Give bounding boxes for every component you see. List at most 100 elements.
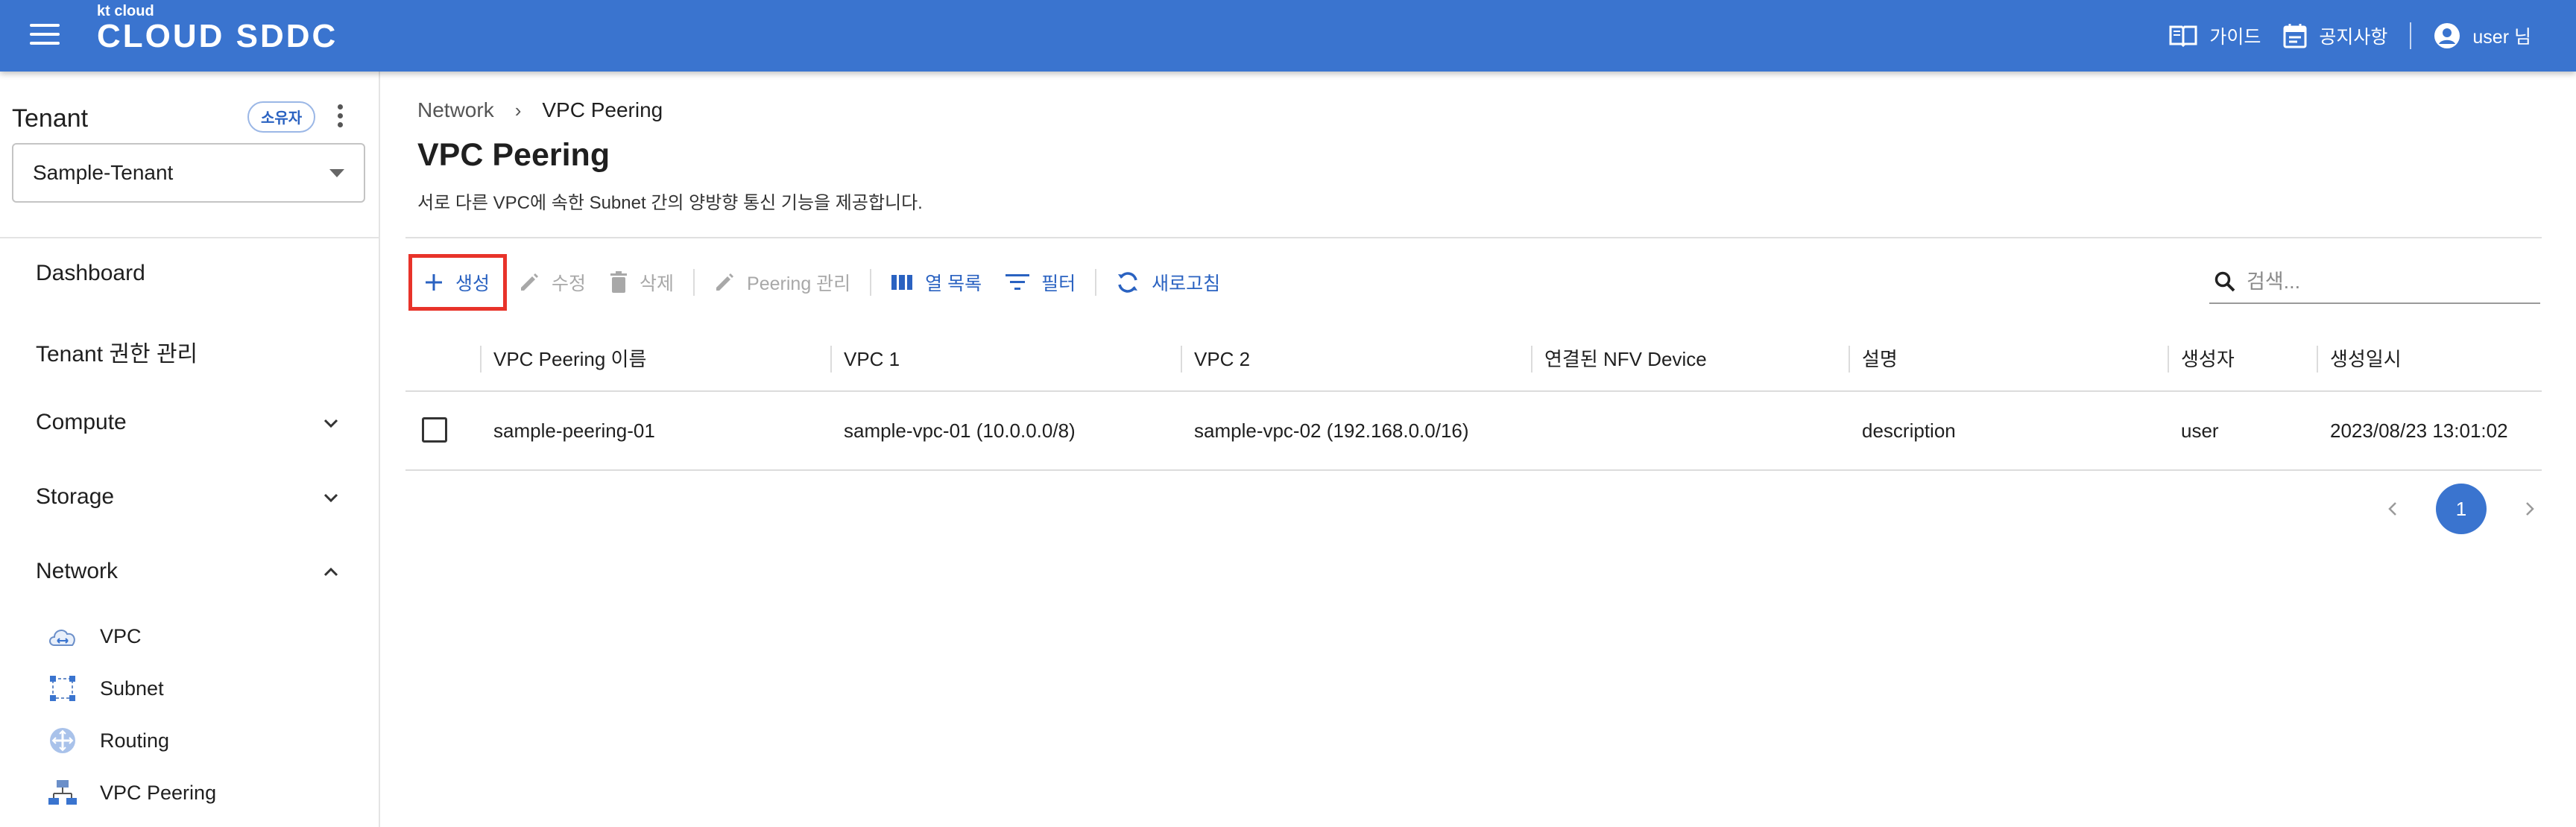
dropdown-arrow-icon xyxy=(329,169,344,177)
sidebar-item-vpc[interactable]: VPC xyxy=(46,621,142,651)
refresh-icon xyxy=(1118,272,1138,293)
notice-label: 공지사항 xyxy=(2319,27,2388,48)
pencil-icon xyxy=(521,273,539,291)
user-label: user 님 xyxy=(2472,27,2531,48)
column-header-nfv-device[interactable]: 연결된 NFV Device xyxy=(1531,328,1849,390)
logo-brand: kt cloud xyxy=(97,3,154,19)
nav-storage[interactable]: Storage xyxy=(36,484,114,510)
tenant-select[interactable]: Sample-Tenant xyxy=(12,143,365,203)
cell-vpc2: sample-vpc-02 (192.168.0.0/16) xyxy=(1194,419,1469,442)
peering-manage-button[interactable]: Peering 관리 xyxy=(702,255,862,310)
column-header-vpc2[interactable]: VPC 2 xyxy=(1181,328,1531,390)
table-row[interactable]: sample-peering-01 sample-vpc-01 (10.0.0.… xyxy=(405,392,2542,471)
toolbar-divider xyxy=(693,269,695,296)
filter-icon xyxy=(1006,274,1030,290)
chevron-left-icon[interactable] xyxy=(2378,494,2408,524)
cell-name: sample-peering-01 xyxy=(493,419,655,442)
owner-badge: 소유자 xyxy=(247,101,316,133)
refresh-label: 새로고침 xyxy=(1152,273,1221,294)
header-actions: 가이드 공지사항 user 님 xyxy=(2169,19,2531,52)
sidebar: Tenant 소유자 Sample-Tenant Dashboard Tenan… xyxy=(0,72,380,827)
top-header: kt cloud CLOUD SDDC 가이드 공지사항 user 님 xyxy=(0,0,2576,72)
header-divider xyxy=(2410,22,2412,49)
column-header-vpc1[interactable]: VPC 1 xyxy=(830,328,1181,390)
column-header-created[interactable]: 생성일시 xyxy=(2317,328,2542,390)
chevron-right-icon[interactable] xyxy=(2515,494,2545,524)
page-title: VPC Peering xyxy=(417,137,610,173)
column-header-description[interactable]: 설명 xyxy=(1849,328,2168,390)
search-box xyxy=(2209,261,2540,304)
chevron-right-icon: › xyxy=(514,98,522,121)
cell-description: description xyxy=(1862,419,1956,442)
breadcrumb: Network › VPC Peering xyxy=(417,98,663,122)
refresh-button[interactable]: 새로고침 xyxy=(1104,255,1232,310)
cell-created: 2023/08/23 13:01:02 xyxy=(2330,419,2508,442)
calendar-icon xyxy=(2283,24,2307,48)
chevron-down-icon[interactable] xyxy=(322,489,340,507)
sidebar-item-label: VPC Peering xyxy=(100,781,217,804)
plus-icon xyxy=(426,274,442,291)
logo-product: CLOUD SDDC xyxy=(97,18,338,54)
toolbar-divider xyxy=(1095,269,1097,296)
page-description: 서로 다른 VPC에 속한 Subnet 간의 양방향 통신 기능을 제공합니다… xyxy=(417,193,923,213)
table-header: VPC Peering 이름 VPC 1 VPC 2 연결된 NFV Devic… xyxy=(405,328,2542,392)
sidebar-item-label: VPC xyxy=(100,624,142,647)
toolbar-divider xyxy=(870,269,872,296)
column-header-creator[interactable]: 생성자 xyxy=(2168,328,2317,390)
cell-vpc1: sample-vpc-01 (10.0.0.0/8) xyxy=(844,419,1076,442)
sidebar-item-label: Subnet xyxy=(100,677,164,700)
filter-label: 필터 xyxy=(1041,273,1076,294)
cloud-vpc-icon xyxy=(46,621,79,651)
edit-label: 수정 xyxy=(552,273,587,294)
search-icon xyxy=(2214,271,2235,292)
pagination: 1 xyxy=(2378,483,2545,535)
view-column-icon xyxy=(891,275,913,290)
notice-link[interactable]: 공지사항 xyxy=(2283,22,2387,49)
routing-icon xyxy=(46,726,79,755)
search-input[interactable] xyxy=(2245,269,2531,294)
user-menu[interactable]: user 님 xyxy=(2434,22,2531,49)
sidebar-item-subnet[interactable]: Subnet xyxy=(46,674,164,703)
cell-creator: user xyxy=(2181,419,2219,442)
sidebar-item-routing[interactable]: Routing xyxy=(46,726,169,755)
edit-button[interactable]: 수정 xyxy=(507,255,598,310)
book-icon xyxy=(2169,25,2197,47)
nav-tenant-admin[interactable]: Tenant 권한 관리 xyxy=(36,335,198,368)
peering-manage-label: Peering 관리 xyxy=(747,273,851,294)
main-divider xyxy=(405,237,2542,238)
row-checkbox[interactable] xyxy=(422,417,447,443)
sidebar-item-label: Routing xyxy=(100,729,170,752)
nav-dashboard[interactable]: Dashboard xyxy=(36,261,145,286)
guide-label: 가이드 xyxy=(2209,27,2261,48)
delete-label: 삭제 xyxy=(640,273,675,294)
nav-network[interactable]: Network xyxy=(36,559,118,584)
vpc-peering-icon xyxy=(46,778,79,808)
columns-label: 열 목록 xyxy=(925,273,982,294)
columns-button[interactable]: 열 목록 xyxy=(879,255,994,310)
logo[interactable]: kt cloud CLOUD SDDC xyxy=(97,3,338,55)
create-button[interactable]: 생성 xyxy=(408,254,508,311)
breadcrumb-current: VPC Peering xyxy=(542,98,663,121)
sidebar-divider xyxy=(0,237,379,238)
subnet-icon xyxy=(46,674,79,703)
breadcrumb-parent[interactable]: Network xyxy=(417,98,494,122)
trash-icon xyxy=(610,271,628,293)
guide-link[interactable]: 가이드 xyxy=(2169,22,2261,49)
toolbar: 생성 수정 삭제 Peering 관리 열 목록 필터 새로고침 xyxy=(408,254,1232,311)
cell-nfv-device xyxy=(1531,392,1544,469)
pencil-icon xyxy=(716,273,734,291)
tenant-title: Tenant xyxy=(12,104,89,133)
more-options-icon[interactable] xyxy=(332,104,347,131)
chevron-down-icon[interactable] xyxy=(322,414,340,432)
menu-icon[interactable] xyxy=(30,24,60,48)
delete-button[interactable]: 삭제 xyxy=(598,255,686,310)
page-number-current[interactable]: 1 xyxy=(2436,484,2487,534)
tenant-select-value: Sample-Tenant xyxy=(33,161,174,184)
column-header-name[interactable]: VPC Peering 이름 xyxy=(480,328,830,390)
nav-compute[interactable]: Compute xyxy=(36,410,127,435)
create-label: 생성 xyxy=(455,273,490,294)
filter-button[interactable]: 필터 xyxy=(994,255,1087,310)
chevron-up-icon[interactable] xyxy=(322,563,340,581)
account-circle-icon xyxy=(2434,23,2460,48)
sidebar-item-vpc-peering[interactable]: VPC Peering xyxy=(46,778,216,808)
